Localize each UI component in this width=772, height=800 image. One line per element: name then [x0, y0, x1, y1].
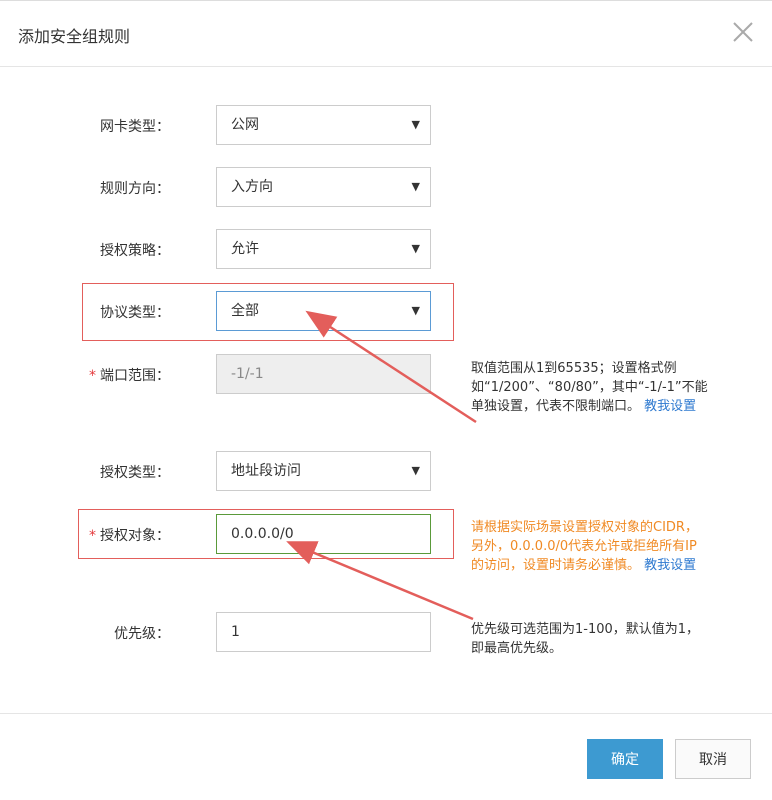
protocol-value: 全部 [231, 303, 259, 319]
close-icon[interactable] [730, 19, 756, 45]
auth-hint-line3-wrap: 的访问，设置时请务必谨慎。 教我设置 [471, 556, 698, 575]
priority-hint-line2: 即最高优先级。 [471, 641, 563, 656]
caret-down-icon: ▼ [411, 180, 420, 193]
port-hint-line2: 如“1/200”、“80/80”，其中“-1/-1”不能 [471, 380, 708, 395]
protocol-select[interactable]: 全部 ▼ [216, 291, 431, 331]
policy-value: 允许 [231, 241, 259, 257]
auth-object-label-text: 授权对象： [100, 528, 170, 544]
caret-down-icon: ▼ [411, 242, 420, 255]
dialog-footer: 确定 取消 [0, 713, 772, 800]
priority-hint-line1: 优先级可选范围为1-100，默认值为1， [471, 622, 700, 637]
direction-value: 入方向 [231, 179, 273, 195]
caret-down-icon: ▼ [411, 118, 420, 131]
auth-object-input[interactable]: 0.0.0.0/0 [216, 514, 431, 554]
port-range-label-text: 端口范围： [100, 368, 170, 384]
required-marker: * [89, 528, 96, 544]
auth-type-select[interactable]: 地址段访问 ▼ [216, 451, 431, 491]
auth-hint-line3: 的访问，设置时请务必谨慎。 [471, 558, 641, 573]
auth-object-hint: 请根据实际场景设置授权对象的CIDR， 另外，0.0.0.0/0代表允许或拒绝所… [471, 518, 698, 575]
direction-select[interactable]: 入方向 ▼ [216, 167, 431, 207]
dialog-title: 添加安全组规则 [18, 27, 131, 46]
port-range-input[interactable]: -1/-1 [216, 354, 431, 394]
add-security-group-rule-dialog: 添加安全组规则 网卡类型： 公网 ▼ 规则方向： 入方向 ▼ 授权策略： 允许 … [0, 0, 772, 800]
auth-type-label: 授权类型： [100, 465, 170, 481]
auth-hint-line2: 另外，0.0.0.0/0代表允许或拒绝所有IP [471, 539, 697, 554]
nic-type-select[interactable]: 公网 ▼ [216, 105, 431, 145]
protocol-label: 协议类型： [100, 305, 170, 321]
port-range-hint: 取值范围从1到65535；设置格式例 如“1/200”、“80/80”，其中“-… [471, 359, 708, 416]
caret-down-icon: ▼ [411, 464, 420, 477]
priority-input[interactable]: 1 [216, 612, 431, 652]
priority-hint: 优先级可选范围为1-100，默认值为1， 即最高优先级。 [471, 620, 699, 658]
policy-label: 授权策略： [100, 243, 170, 259]
required-marker: * [89, 368, 96, 384]
port-help-link[interactable]: 教我设置 [644, 399, 696, 414]
auth-hint-line1: 请根据实际场景设置授权对象的CIDR， [471, 520, 698, 535]
auth-object-label: * 授权对象： [50, 525, 170, 545]
nic-type-label: 网卡类型： [100, 119, 170, 135]
policy-select[interactable]: 允许 ▼ [216, 229, 431, 269]
port-hint-line3: 单独设置，代表不限制端口。 [471, 399, 641, 414]
port-hint-line3-wrap: 单独设置，代表不限制端口。 教我设置 [471, 397, 708, 416]
auth-type-value: 地址段访问 [231, 463, 301, 479]
caret-down-icon: ▼ [411, 304, 420, 317]
nic-type-value: 公网 [231, 117, 259, 133]
confirm-button[interactable]: 确定 [587, 739, 663, 779]
priority-label: 优先级： [114, 626, 170, 642]
port-range-label: * 端口范围： [50, 365, 170, 385]
dialog-header: 添加安全组规则 [0, 1, 772, 67]
port-hint-line1: 取值范围从1到65535；设置格式例 [471, 361, 677, 376]
direction-label: 规则方向： [100, 181, 170, 197]
auth-help-link[interactable]: 教我设置 [644, 558, 696, 573]
cancel-button[interactable]: 取消 [675, 739, 751, 779]
